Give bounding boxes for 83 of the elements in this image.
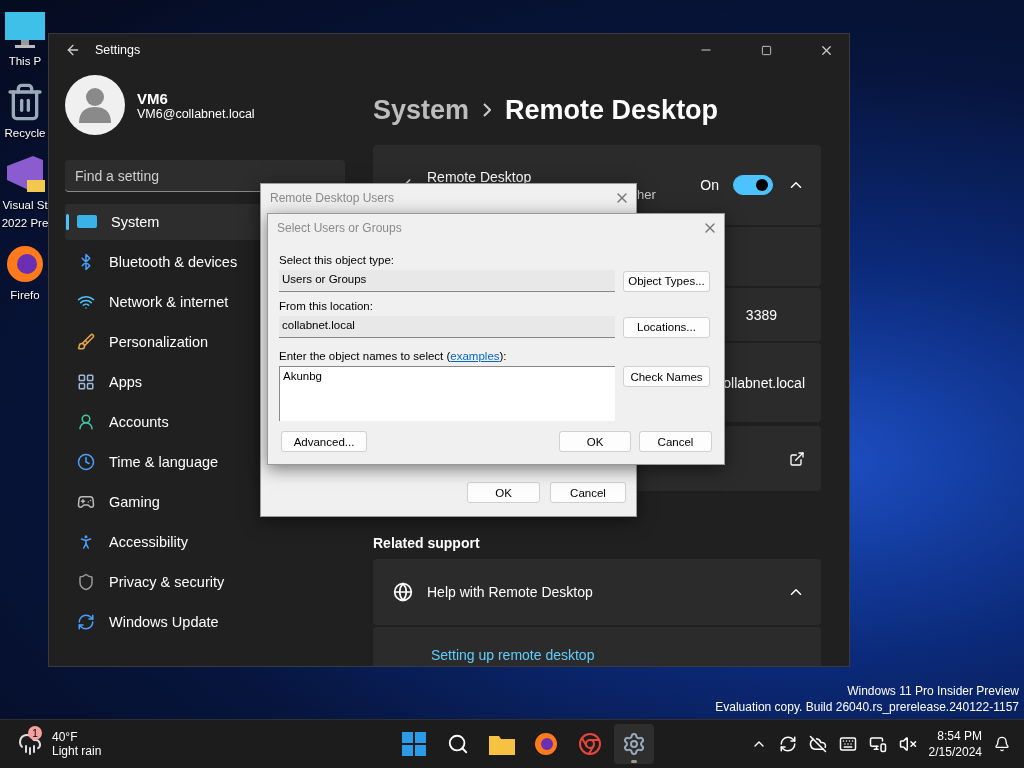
location-field[interactable]: collabnet.local (279, 316, 615, 338)
gear-icon (622, 732, 646, 756)
bell-icon[interactable] (994, 736, 1010, 752)
cancel-button[interactable]: Cancel (639, 431, 712, 452)
keyboard-icon[interactable] (838, 735, 857, 753)
person-icon (77, 413, 95, 431)
refresh-icon (77, 613, 95, 631)
watermark-text: Windows 11 Pro Insider Preview (847, 683, 1019, 699)
ok-button[interactable]: OK (467, 482, 540, 503)
dialog-title: Select Users or Groups (277, 221, 403, 235)
globe-icon (393, 582, 413, 602)
monitor-icon[interactable] (3, 10, 47, 50)
nav-item[interactable]: Personalization (65, 324, 271, 360)
ok-button[interactable]: OK (559, 431, 631, 452)
nav-item[interactable]: Windows Update (65, 604, 271, 640)
firefox-icon (534, 732, 558, 756)
nav-item[interactable]: Accessibility (65, 524, 271, 560)
gamepad-icon (77, 493, 95, 511)
user-name: VM6 (137, 89, 169, 107)
object-types-button[interactable]: Object Types... (623, 270, 710, 292)
window-title: Settings (95, 43, 142, 57)
nav-item[interactable]: Gaming (65, 484, 271, 520)
temperature: 40°F (52, 730, 79, 744)
setting-title: Remote Desktop (427, 168, 533, 185)
desktop-icon-label[interactable]: Visual St (2, 198, 48, 212)
search-field[interactable]: Find a setting (65, 160, 345, 192)
windows-logo-icon (402, 732, 426, 756)
setting-description: her (637, 186, 656, 202)
chevron-icon (483, 103, 492, 117)
clock-icon (77, 453, 95, 471)
volume-muted-icon[interactable] (898, 735, 917, 753)
clock[interactable]: 8:54 PM 2/15/2024 (928, 728, 982, 760)
nav-item[interactable]: Time & language (65, 444, 271, 480)
desktop-icon-label[interactable]: Recycle (4, 126, 46, 140)
watermark-text: Evaluation copy. Build 26040.rs_prerelease.240122-1157 (715, 699, 1019, 715)
nav-item[interactable]: Bluetooth & devices (65, 244, 271, 280)
nav-item[interactable]: Accounts (65, 404, 271, 440)
field-label: From this location: (279, 300, 374, 312)
wifi-icon (77, 293, 95, 311)
taskbar-app-button[interactable] (614, 724, 654, 764)
nav-item[interactable]: Network & internet (65, 284, 271, 320)
shield-icon (77, 573, 95, 591)
user-email: VM6@collabnet.local (137, 106, 255, 121)
search-icon (447, 733, 469, 755)
desktop-icon-label[interactable]: Firefo (10, 288, 40, 302)
chrome-icon (578, 732, 602, 756)
help-link[interactable]: Setting up remote desktop (373, 647, 595, 663)
breadcrumb-link[interactable]: System (373, 94, 470, 126)
brush-icon (77, 333, 95, 351)
examples-link[interactable]: examples (450, 350, 500, 362)
cloud-off-icon[interactable] (808, 735, 827, 753)
cancel-button[interactable]: Cancel (550, 482, 626, 503)
external-link-icon[interactable] (789, 450, 805, 467)
nav-item[interactable]: Privacy & security (65, 564, 271, 600)
check-names-button[interactable]: Check Names (623, 366, 710, 387)
help-title: Help with Remote Desktop (427, 584, 593, 600)
back-icon[interactable] (65, 42, 81, 58)
maximize-icon (760, 44, 772, 56)
network-icon[interactable] (868, 735, 887, 753)
object-type-field[interactable]: Users or Groups (279, 270, 615, 292)
port-value: 3389 (745, 306, 777, 323)
dialog-title: Remote Desktop Users (270, 191, 396, 205)
toggle-label: On (700, 177, 719, 193)
notification-badge: 1 (28, 726, 42, 740)
sync-icon[interactable] (778, 735, 797, 753)
pc-name-value: ollabnet.local (723, 374, 805, 391)
locations-button[interactable]: Locations... (623, 316, 710, 338)
section-heading: Related support (373, 535, 481, 551)
field-label: Enter the object names to select (examples): (279, 350, 508, 362)
firefox-icon[interactable] (5, 244, 45, 284)
desktop-icon-label[interactable]: This P (8, 54, 42, 68)
nav-item[interactable]: Apps (65, 364, 271, 400)
monitor-icon (77, 214, 97, 230)
desktop-icon-label[interactable]: 2022 Pre (1, 216, 49, 230)
names-input[interactable]: Akunbg (279, 366, 615, 421)
advanced-button[interactable]: Advanced... (281, 431, 367, 452)
apps-grid-icon (77, 373, 95, 391)
avatar (65, 75, 125, 135)
toggle-switch[interactable] (733, 175, 773, 195)
folder-icon (489, 733, 515, 755)
field-label: Select this object type: (279, 254, 396, 266)
page-title: Remote Desktop (505, 94, 719, 126)
weather-condition: Light rain (52, 744, 102, 758)
